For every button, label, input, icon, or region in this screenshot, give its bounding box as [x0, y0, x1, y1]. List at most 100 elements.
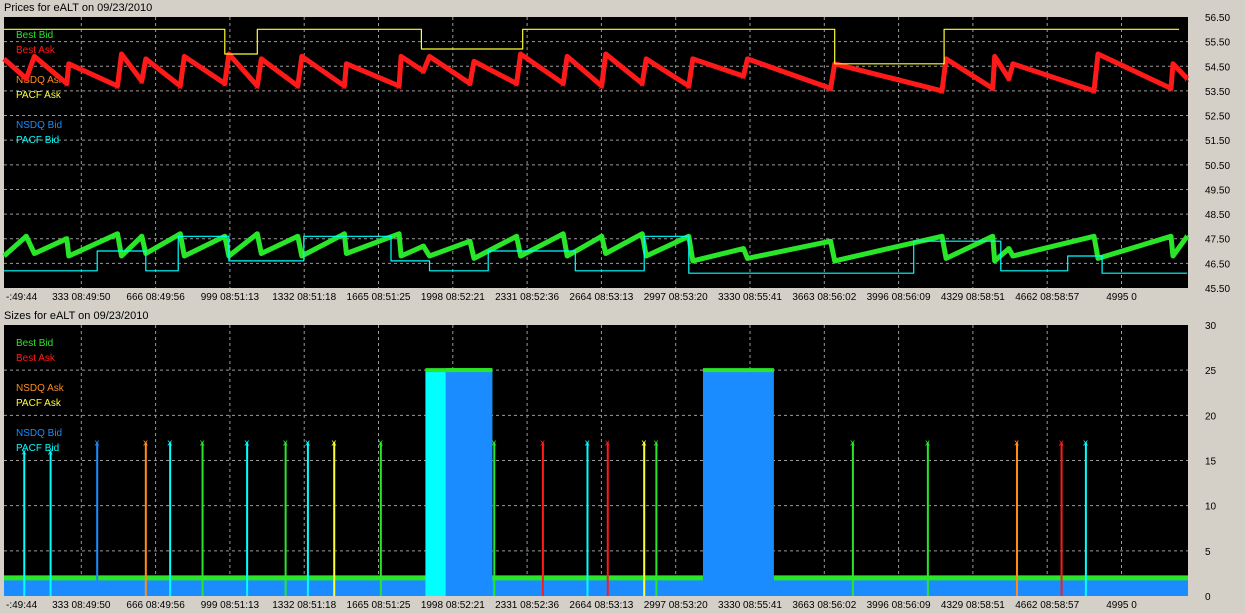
series-point-marker: x [828, 237, 834, 247]
series-point-marker: x [514, 80, 520, 90]
size-spike-marker: x [167, 438, 173, 448]
series-point-marker: x [560, 80, 566, 90]
x-tick-label: 333 08:49:50 [52, 600, 111, 611]
size-spike-marker: x [653, 438, 659, 448]
x-tick-label: 3663 08:56:02 [792, 600, 856, 611]
y-tick-label: 52.50 [1205, 112, 1230, 123]
y-tick-label: 25 [1205, 366, 1217, 377]
series-point-marker: x [599, 82, 605, 92]
y-tick-label: 0 [1205, 592, 1211, 603]
series-point-marker: x [420, 67, 426, 77]
series-point-marker: x [222, 232, 228, 242]
size-spike-marker: x [641, 438, 647, 448]
x-tick-label: -:49:44 [6, 292, 38, 303]
y-tick-label: 47.50 [1205, 235, 1230, 246]
series-point-marker: x [1006, 75, 1012, 85]
x-tick-label: 4329 08:58:51 [941, 600, 1005, 611]
legend-entry: NSDQ Bid [16, 428, 62, 439]
x-tick-label: 666 08:49:56 [126, 600, 185, 611]
size-spike-marker: x [1014, 438, 1020, 448]
x-tick-label: 999 08:51:13 [201, 600, 260, 611]
prices-chart: -:49:44 333 08:49:50 666 08:49:56 999 08:51… [2, 13, 1230, 303]
x-tick-label: 1332 08:51:18 [272, 600, 336, 611]
y-tick-label: 20 [1205, 411, 1217, 422]
x-tick-label: -:49:44 [6, 600, 38, 611]
y-tick-label: 55.50 [1205, 38, 1230, 49]
sizes-chart: -:49:44 333 08:49:50 666 08:49:56 999 08:51… [4, 321, 1217, 611]
sizes-panel: Sizes for eALT on 09/23/2010 -:49:44 333 … [0, 308, 1245, 613]
plot-area [4, 325, 1188, 596]
series-point-marker: x [990, 84, 996, 94]
size-spike-marker: x [305, 438, 311, 448]
x-tick-label: 999 08:51:13 [201, 292, 260, 303]
series-point-marker: x [341, 230, 347, 240]
legend-entry: Best Bid [16, 338, 53, 349]
size-block [702, 370, 774, 596]
x-tick-label: 3330 08:55:41 [718, 600, 782, 611]
y-tick-label: 30 [1205, 321, 1217, 332]
series-point-marker: x [1184, 75, 1190, 85]
y-tick-label: 15 [1205, 457, 1217, 468]
size-spike-marker: x [1083, 438, 1089, 448]
series-point-marker: x [514, 232, 520, 242]
y-tick-label: 45.50 [1205, 284, 1230, 295]
size-block [445, 370, 493, 596]
series-point-marker: x [23, 75, 29, 85]
x-tick-label: 4329 08:58:51 [941, 292, 1005, 303]
series-point-marker: x [828, 84, 834, 94]
series-point-marker: x [1091, 87, 1097, 97]
y-tick-label: 56.50 [1205, 13, 1230, 24]
x-tick-label: 4662 08:58:57 [1015, 600, 1079, 611]
x-tick-label: 1998 08:52:21 [421, 292, 485, 303]
size-spike-marker: x [244, 438, 250, 448]
series-point-marker: x [396, 82, 402, 92]
x-tick-label: 666 08:49:56 [126, 292, 185, 303]
size-spike-marker: x [605, 438, 611, 448]
y-tick-label: 49.50 [1205, 185, 1230, 196]
x-tick-label: 4995 0 [1106, 292, 1137, 303]
series-point-marker: x [467, 237, 473, 247]
x-tick-label: 2997 08:53:20 [644, 292, 708, 303]
series-point-marker: x [222, 80, 228, 90]
x-tick-label: 3663 08:56:02 [792, 292, 856, 303]
series-point-marker: x [1168, 84, 1174, 94]
series-point-marker: x [560, 230, 566, 240]
x-tick-label: 2331 08:52:36 [495, 600, 559, 611]
series-point-marker: x [639, 80, 645, 90]
series-point-marker: x [740, 245, 746, 255]
series-point-marker: x [396, 230, 402, 240]
size-spike-marker: x [378, 438, 384, 448]
x-tick-label: 2664 08:53:13 [569, 600, 633, 611]
legend-entry: NSDQ Ask [16, 383, 65, 394]
y-tick-label: 53.50 [1205, 87, 1230, 98]
x-tick-label: 1665 08:51:25 [347, 600, 411, 611]
x-tick-label: 4995 0 [1106, 600, 1137, 611]
x-tick-label: 2997 08:53:20 [644, 600, 708, 611]
size-spike-marker: x [21, 447, 27, 457]
series-point-marker: x [23, 232, 29, 242]
y-tick-label: 50.50 [1205, 161, 1230, 172]
legend-entry: Best Bid [16, 30, 53, 41]
series-point-marker: x [1184, 232, 1190, 242]
y-tick-label: 5 [1205, 547, 1211, 558]
series-point-marker: x [254, 230, 260, 240]
size-spike-marker: x [584, 438, 590, 448]
size-spike-marker: x [48, 447, 54, 457]
series-point-marker: x [420, 242, 426, 252]
series-point-marker: x [64, 235, 70, 245]
legend-entry: Best Ask [16, 45, 56, 56]
x-tick-label: 3330 08:55:41 [718, 292, 782, 303]
y-tick-label: 51.50 [1205, 136, 1230, 147]
size-spike-marker: x [925, 438, 931, 448]
series-point-marker: x [254, 82, 260, 92]
series-point-marker: x [686, 82, 692, 92]
series-point-marker: x [599, 232, 605, 242]
size-spike-marker: x [283, 438, 289, 448]
size-spike-marker: x [491, 438, 497, 448]
series-point-marker: x [1006, 245, 1012, 255]
series-point-marker: x [1168, 232, 1174, 242]
series-point-marker: x [295, 82, 301, 92]
size-spike-marker: x [540, 438, 546, 448]
x-tick-label: 333 08:49:50 [52, 292, 111, 303]
y-tick-label: 10 [1205, 502, 1217, 513]
